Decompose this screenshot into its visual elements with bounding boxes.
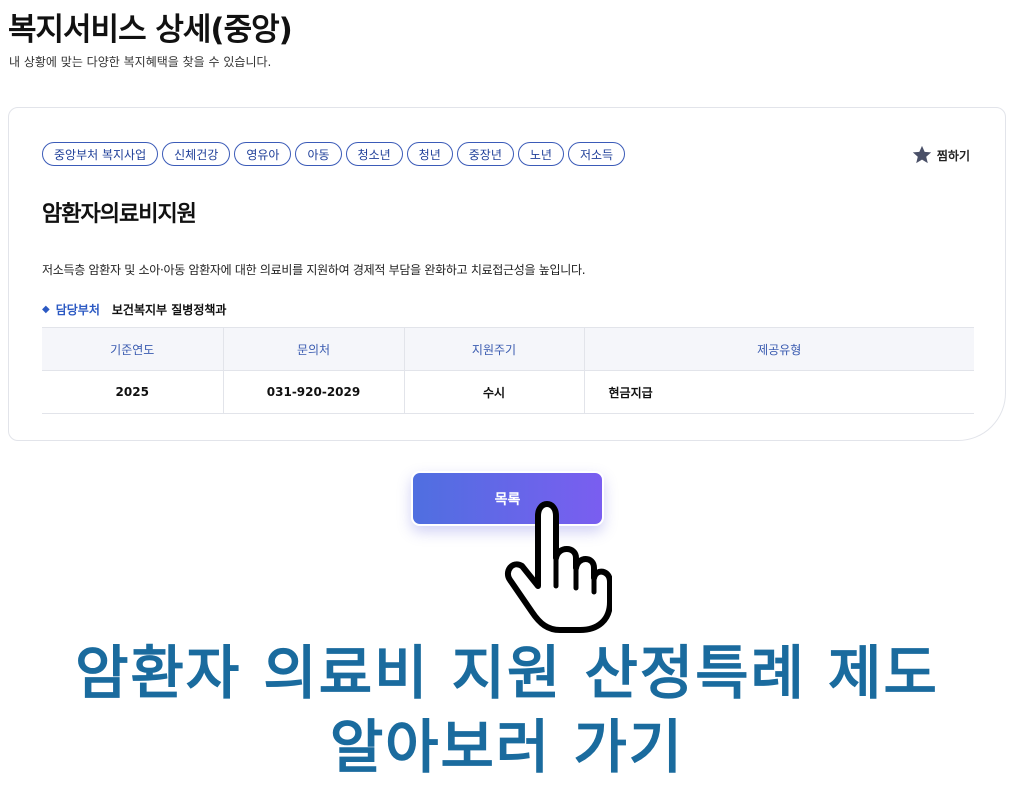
table-row: 2025 031-920-2029 수시 현금지급	[42, 370, 974, 414]
tag-low-income[interactable]: 저소득	[567, 142, 626, 166]
page-title: 복지서비스 상세(중앙)	[8, 12, 293, 48]
star-icon	[912, 145, 932, 164]
tag-teen[interactable]: 청소년	[345, 142, 403, 166]
column-header-year: 기준연도	[42, 327, 224, 371]
cell-contact: 031-920-2029	[223, 370, 405, 414]
column-header-cycle: 지원주기	[404, 327, 585, 371]
cell-cycle: 수시	[404, 370, 585, 414]
tag-infant[interactable]: 영유아	[234, 142, 292, 166]
department-info: ◆ 담당부처 보건복지부 질병정책과	[42, 301, 226, 318]
cell-year: 2025	[42, 370, 224, 414]
tag-child[interactable]: 아동	[295, 142, 342, 166]
column-header-type: 제공유형	[584, 327, 974, 371]
promo-banner-line1[interactable]: 암환자 의료비 지원 산정특례 제도	[0, 644, 1014, 702]
promo-banner-line2[interactable]: 알아보러 가기	[0, 718, 1014, 776]
pointing-hand-icon	[504, 501, 612, 633]
favorite-button[interactable]: 찜하기	[911, 144, 970, 166]
tag-senior[interactable]: 노년	[517, 142, 564, 166]
service-title: 암환자의료비지원	[42, 202, 197, 227]
tag-list: 중앙부처 복지사업 신체건강 영유아 아동 청소년 청년 중장년 노년 저소득	[42, 142, 626, 166]
favorite-label: 찜하기	[936, 148, 970, 163]
column-header-contact: 문의처	[223, 327, 405, 371]
bullet-icon: ◆	[42, 304, 50, 315]
service-detail-card: 중앙부처 복지사업 신체건강 영유아 아동 청소년 청년 중장년 노년 저소득 …	[8, 107, 1006, 441]
page-subtitle: 내 상황에 맞는 다양한 복지혜택을 찾을 수 있습니다.	[9, 55, 272, 69]
service-info-table: 기준연도 문의처 지원주기 제공유형 2025 031-920-2029 수시 …	[42, 327, 974, 414]
table-header-row: 기준연도 문의처 지원주기 제공유형	[42, 327, 974, 371]
tag-middle-age[interactable]: 중장년	[456, 142, 514, 166]
tag-central-welfare[interactable]: 중앙부처 복지사업	[42, 142, 159, 166]
cell-type: 현금지급	[584, 370, 974, 414]
tag-physical-health[interactable]: 신체건강	[162, 142, 231, 166]
department-value: 보건복지부 질병정책과	[111, 303, 227, 317]
department-label: 담당부처	[55, 303, 100, 317]
tag-youth[interactable]: 청년	[406, 142, 453, 166]
service-description: 저소득층 암환자 및 소아·아동 암환자에 대한 의료비를 지원하여 경제적 부…	[42, 263, 586, 277]
